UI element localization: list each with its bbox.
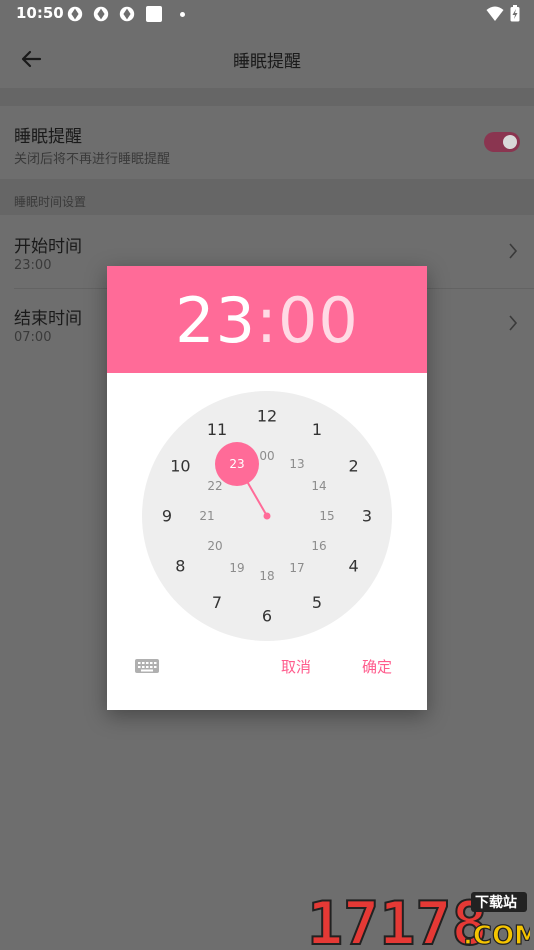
clock-hour-label[interactable]: 7 xyxy=(212,593,222,612)
app-bar: 睡眠提醒 xyxy=(0,28,534,88)
sleep-reminder-toggle[interactable] xyxy=(484,132,520,152)
notification-icons xyxy=(66,5,185,23)
clock-hour-label-inner[interactable]: 21 xyxy=(199,509,214,523)
app-notification-icon xyxy=(119,6,135,22)
status-bar: 10:50 xyxy=(0,0,534,28)
wifi-icon xyxy=(486,6,504,21)
minute-display[interactable]: 00 xyxy=(278,284,359,357)
clock-dial[interactable]: 121234567891011001314151617181920212223 xyxy=(142,391,392,641)
page-title: 睡眠提醒 xyxy=(233,52,301,72)
clock-hour-label[interactable]: 2 xyxy=(349,457,359,476)
clock-hour-label-inner[interactable]: 23 xyxy=(229,457,244,471)
clock-hour-label[interactable]: 12 xyxy=(257,407,277,426)
time-picker-dialog: 23:00 12 1 2 3 4 5 6 7 8 9 10 11 00 13 14 15 16 17 18 19 20 2… xyxy=(107,266,427,710)
spacer xyxy=(0,88,534,106)
more-notifications-icon xyxy=(180,11,185,17)
square-notification-icon xyxy=(146,6,162,22)
clock-hour-label-inner[interactable]: 18 xyxy=(259,569,274,583)
clock-hour-label-inner[interactable]: 14 xyxy=(311,479,326,493)
app-notification-icon xyxy=(67,6,83,22)
clock-hour-label-inner[interactable]: 13 xyxy=(289,457,304,471)
end-time-value: 07:00 xyxy=(14,330,52,345)
chevron-right-icon xyxy=(509,243,518,259)
clock-hour-label[interactable]: 1 xyxy=(312,420,322,439)
clock-center-dot xyxy=(263,512,271,520)
site-watermark-logo: 17178 下载站 .COM xyxy=(306,890,530,948)
clock-hour-label-inner[interactable]: 22 xyxy=(207,479,222,493)
cancel-button[interactable]: 取消 xyxy=(281,656,311,677)
clock-hour-label[interactable]: 8 xyxy=(175,557,185,576)
clock-hour-label[interactable]: 6 xyxy=(262,607,272,626)
clock-hour-label[interactable]: 3 xyxy=(362,507,372,526)
sleep-reminder-title: 睡眠提醒 xyxy=(14,127,82,147)
sleep-reminder-subtitle: 关闭后将不再进行睡眠提醒 xyxy=(14,152,171,167)
dialog-actions: 取消 确定 xyxy=(107,656,427,696)
clock-hour-label-inner[interactable]: 16 xyxy=(311,539,326,553)
time-display: 23:00 xyxy=(107,284,427,357)
clock-hour-label-inner[interactable]: 15 xyxy=(319,509,334,523)
time-separator: : xyxy=(256,284,278,357)
clock-hour-label[interactable]: 11 xyxy=(207,420,227,439)
clock-hour-label[interactable]: 9 xyxy=(162,507,172,526)
hour-display[interactable]: 23 xyxy=(175,284,256,357)
section-label: 睡眠时间设置 xyxy=(14,195,87,209)
clock-hour-label-inner[interactable]: 19 xyxy=(229,561,244,575)
end-time-title: 结束时间 xyxy=(14,309,82,329)
status-time: 10:50 xyxy=(16,4,64,22)
app-notification-icon xyxy=(93,6,109,22)
clock-hour-label-inner[interactable]: 17 xyxy=(289,561,304,575)
clock-hour-label[interactable]: 5 xyxy=(312,593,322,612)
chevron-right-icon xyxy=(509,315,518,331)
clock-hour-label[interactable]: 4 xyxy=(349,557,359,576)
battery-charging-icon xyxy=(510,5,520,22)
start-time-title: 开始时间 xyxy=(14,237,82,257)
watermark-badge-text: 下载站 xyxy=(475,894,517,911)
ok-button[interactable]: 确定 xyxy=(362,656,392,677)
system-icons xyxy=(486,5,520,22)
toggle-knob xyxy=(503,135,517,149)
watermark-number: 17178 xyxy=(307,890,488,948)
sleep-reminder-row[interactable]: 睡眠提醒 关闭后将不再进行睡眠提醒 xyxy=(0,106,534,179)
start-time-value: 23:00 xyxy=(14,258,52,273)
clock-hour-label-inner[interactable]: 00 xyxy=(259,449,274,463)
keyboard-icon[interactable] xyxy=(133,656,161,676)
time-picker-header: 23:00 xyxy=(107,266,427,373)
watermark-domain: .COM xyxy=(463,921,530,948)
clock-hour-label-inner[interactable]: 20 xyxy=(207,539,222,553)
clock-hour-label[interactable]: 10 xyxy=(170,457,190,476)
